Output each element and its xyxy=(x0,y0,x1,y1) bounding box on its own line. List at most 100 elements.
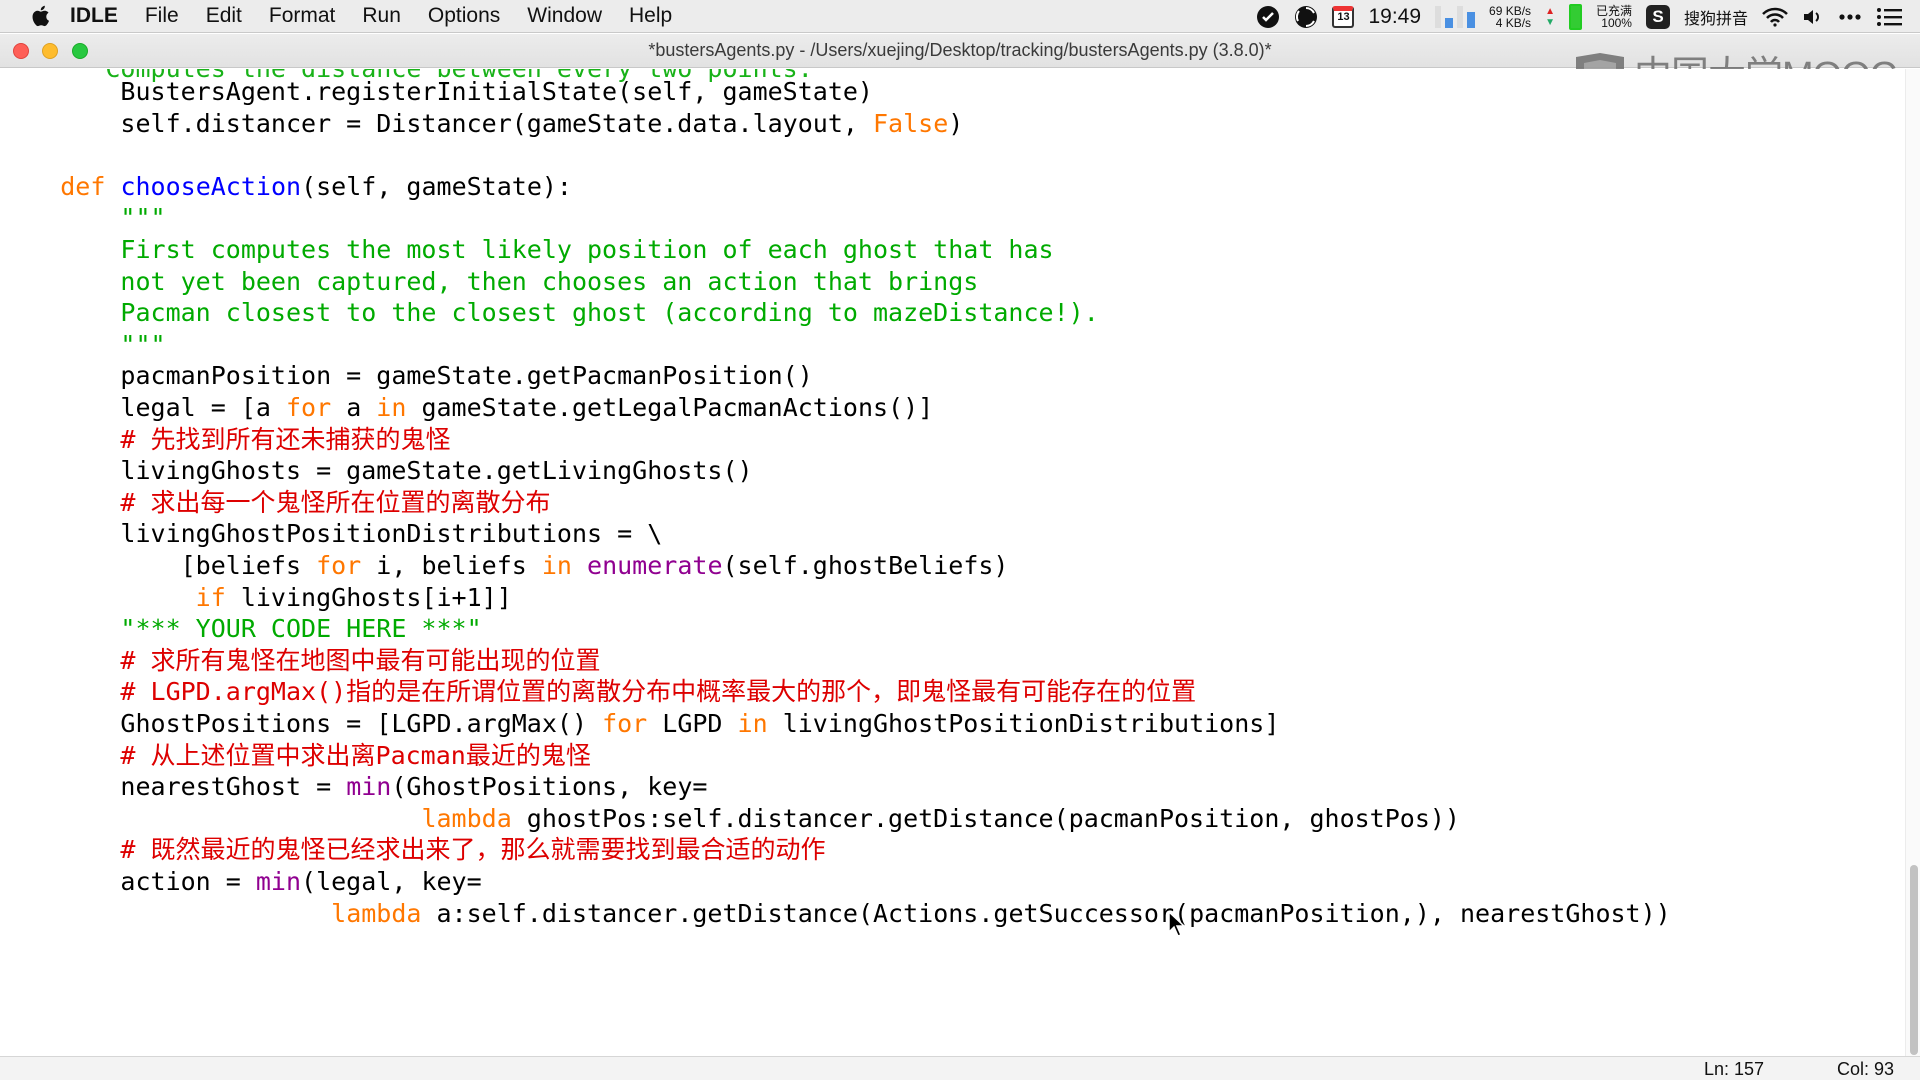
code-token: self.distancer = Distancer(gameState.dat… xyxy=(0,108,873,138)
code-line: livingGhostPositionDistributions = \ xyxy=(0,518,662,549)
wifi-icon[interactable] xyxy=(1762,7,1788,27)
code-token: gameState.getLegalPacmanActions()] xyxy=(406,393,934,422)
code-token: i, beliefs xyxy=(361,551,542,580)
code-token: livingGhostPositionDistributions] xyxy=(767,709,1280,738)
code-token: # 求出每一个鬼怪所在位置的离散分布 xyxy=(0,487,551,517)
calendar-icon[interactable]: 13 xyxy=(1332,5,1355,28)
code-token: in xyxy=(376,393,407,422)
code-token: Pacman closest to the closest ghost (acc… xyxy=(0,298,1099,328)
code-token: (legal, key= xyxy=(301,867,482,896)
code-token: in xyxy=(541,551,572,580)
aperture-app-icon[interactable] xyxy=(1294,5,1318,29)
code-token: First computes the most likely position … xyxy=(0,235,1054,264)
cpu-monitor-icon[interactable] xyxy=(1435,4,1476,30)
code-line: pacmanPosition = gameState.getPacmanPosi… xyxy=(0,360,813,391)
code-token: GhostPositions = [LGPD.argMax() xyxy=(0,709,603,738)
code-line: BustersAgent.registerInitialState(self, … xyxy=(0,76,873,107)
code-line: # 既然最近的鬼怪已经求出来了，那么就需要找到最合适的动作 xyxy=(0,834,826,865)
code-line: lambda a:self.distancer.getDistance(Acti… xyxy=(0,898,1671,929)
code-token: lambda xyxy=(331,898,422,928)
sogou-ime-icon[interactable]: S xyxy=(1645,4,1670,29)
code-line: # 从上述位置中求出离Pacman最近的鬼怪 xyxy=(0,740,591,771)
code-token: # 既然最近的鬼怪已经求出来了，那么就需要找到最合适的动作 xyxy=(0,835,826,865)
code-token: (self.ghostBeliefs) xyxy=(722,551,1009,580)
network-speed: 69 KB/s 4 KB/s xyxy=(1489,5,1531,29)
net-down-speed: 4 KB/s xyxy=(1495,15,1532,30)
code-line: nearestGhost = min(GhostPositions, key= xyxy=(0,771,707,802)
code-line: lambda ghostPos:self.distancer.getDistan… xyxy=(0,803,1460,834)
code-token: # LGPD.argMax()指的是在所谓位置的离散分布中概率最大的那个，即鬼怪… xyxy=(0,677,1197,707)
record-app-icon[interactable] xyxy=(1256,5,1280,29)
battery-icon[interactable] xyxy=(1568,3,1582,30)
menu-edit[interactable]: Edit xyxy=(206,4,242,28)
code-line: # 求出每一个鬼怪所在位置的离散分布 xyxy=(0,487,551,518)
code-token: # 先找到所有还未捕获的鬼怪 xyxy=(0,424,451,454)
scrollbar-thumb[interactable] xyxy=(1910,865,1918,1055)
code-token: (GhostPositions, key= xyxy=(391,772,708,802)
code-token: False xyxy=(872,108,949,138)
code-line: not yet been captured, then chooses an a… xyxy=(0,266,978,297)
code-token: def xyxy=(60,171,106,201)
code-token: "*** YOUR CODE HERE ***" xyxy=(0,614,482,644)
code-token: ) xyxy=(948,108,964,138)
code-token: """ xyxy=(0,329,166,359)
code-line: livingGhosts = gameState.getLivingGhosts… xyxy=(0,455,752,486)
code-token: lambda xyxy=(421,803,512,833)
code-token: nearestGhost = xyxy=(0,772,347,802)
code-line: """ xyxy=(0,329,166,360)
code-line: # LGPD.argMax()指的是在所谓位置的离散分布中概率最大的那个，即鬼怪… xyxy=(0,676,1196,707)
code-token: not yet been captured, then chooses an a… xyxy=(0,266,979,296)
code-line: First computes the most likely position … xyxy=(0,234,1054,265)
code-line: """ xyxy=(0,202,166,233)
net-up-speed: 69 KB/s xyxy=(1489,3,1532,18)
code-token: in xyxy=(737,709,768,738)
more-icon[interactable] xyxy=(1838,13,1862,21)
vertical-scrollbar[interactable] xyxy=(1905,69,1920,1056)
code-line: # 求所有鬼怪在地图中最有可能出现的位置 xyxy=(0,645,600,676)
menu-options[interactable]: Options xyxy=(428,4,500,28)
code-token: if xyxy=(195,582,226,612)
code-token: pacmanPosition = gameState.getPacmanPosi… xyxy=(0,361,813,391)
menu-help[interactable]: Help xyxy=(629,4,672,28)
code-token: for xyxy=(285,393,332,422)
code-editor[interactable]: '''Computes the distance between every t… xyxy=(0,69,1905,1056)
code-token: # 从上述位置中求出离Pacman最近的鬼怪 xyxy=(0,740,591,770)
code-token: a xyxy=(331,393,377,422)
menu-window[interactable]: Window xyxy=(527,4,602,28)
apple-logo-icon[interactable] xyxy=(28,4,52,28)
code-line: legal = [a for a in gameState.getLegalPa… xyxy=(0,392,933,423)
code-line: action = min(legal, key= xyxy=(0,866,482,897)
code-line: def chooseAction(self, gameState): xyxy=(0,171,572,202)
code-line: "*** YOUR CODE HERE ***" xyxy=(0,613,482,644)
code-token: [beliefs xyxy=(0,551,317,580)
volume-icon[interactable] xyxy=(1802,7,1824,27)
code-token: legal = [a xyxy=(0,393,286,422)
mouse-pointer-icon xyxy=(1168,911,1186,937)
code-token: a:self.distancer.getDistance(Actions.get… xyxy=(421,898,1671,928)
code-token: livingGhostPositionDistributions = \ xyxy=(0,519,663,549)
menu-file[interactable]: File xyxy=(145,4,179,28)
battery-label: 已充满 xyxy=(1595,3,1632,18)
code-token: """ xyxy=(0,203,166,233)
code-line: GhostPositions = [LGPD.argMax() for LGPD… xyxy=(0,708,1279,739)
code-token: ghostPos:self.distancer.getDistance(pacm… xyxy=(511,803,1460,833)
code-line: # 先找到所有还未捕获的鬼怪 xyxy=(0,424,451,455)
clock[interactable]: 19:49 xyxy=(1368,5,1421,29)
column-number: Col: 93 xyxy=(1836,1059,1894,1079)
notification-center-icon[interactable] xyxy=(1876,7,1902,27)
battery-status: 已充满 100% xyxy=(1596,5,1632,29)
menu-run[interactable]: Run xyxy=(362,4,401,28)
menu-format[interactable]: Format xyxy=(269,4,336,28)
menu-idle[interactable]: IDLE xyxy=(70,4,118,28)
code-token: for xyxy=(316,551,362,580)
code-token: BustersAgent.registerInitialState(self, … xyxy=(0,77,873,106)
battery-percent: 100% xyxy=(1601,15,1632,30)
code-line: self.distancer = Distancer(gameState.dat… xyxy=(0,108,963,139)
ime-label[interactable]: 搜狗拼音 xyxy=(1684,5,1748,29)
line-number: Ln: 157 xyxy=(1703,1059,1764,1079)
